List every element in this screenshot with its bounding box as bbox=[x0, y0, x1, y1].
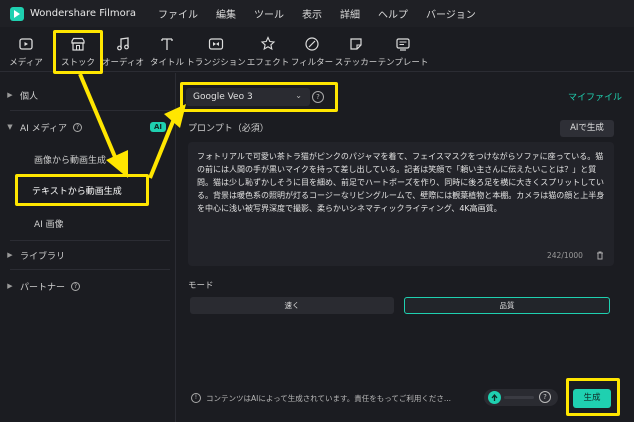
arrow-text-to-video-to-model bbox=[148, 104, 186, 179]
arrow-stock-to-text-to-video bbox=[78, 73, 128, 178]
annotation-arrows bbox=[78, 73, 186, 179]
